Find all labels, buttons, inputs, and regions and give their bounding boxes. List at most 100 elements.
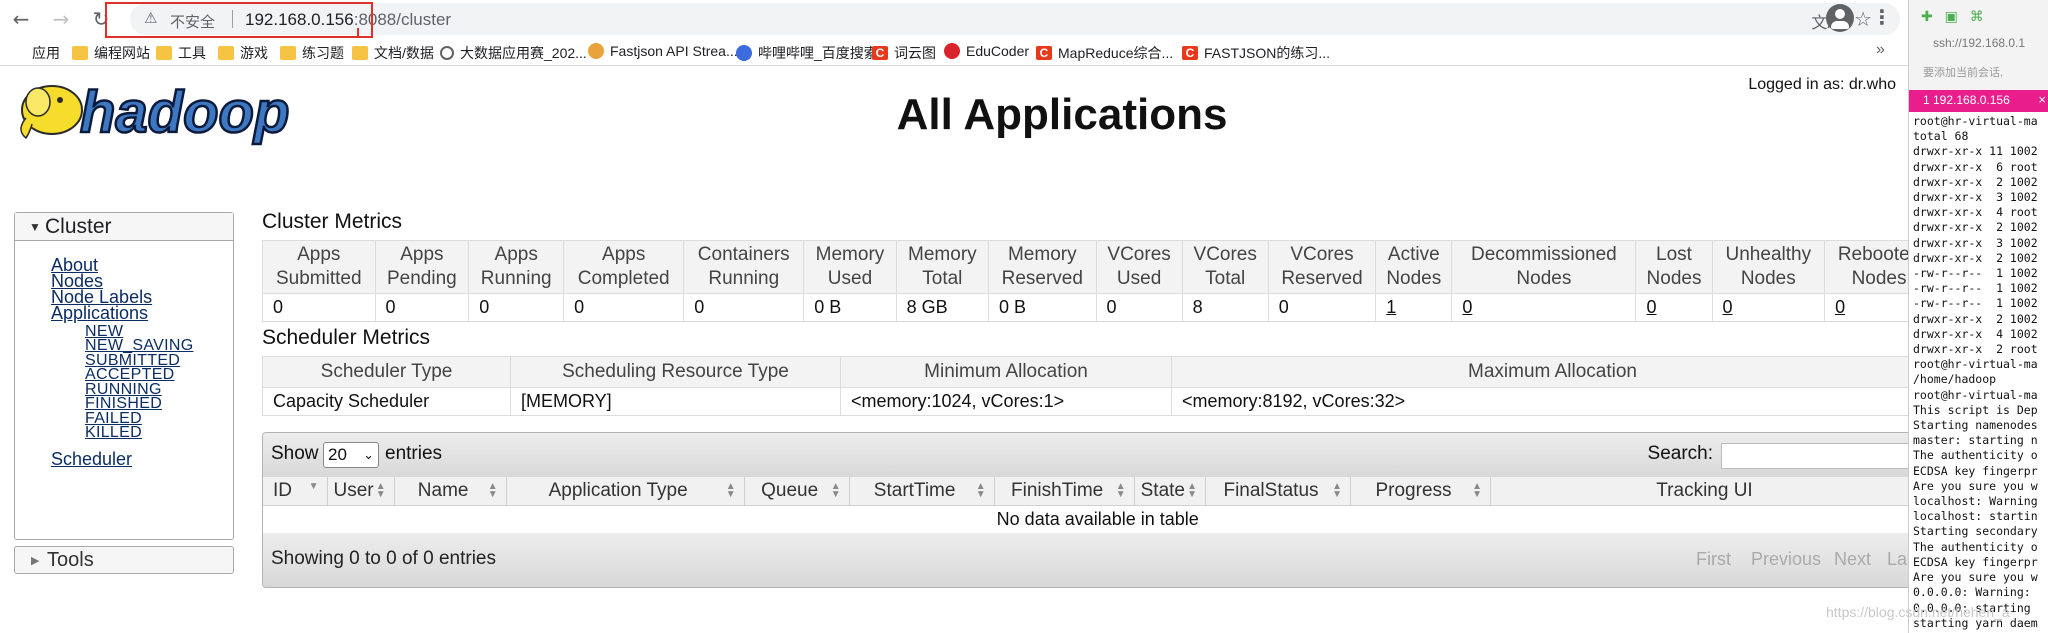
nodes-count-link[interactable]: 0 [1835, 297, 1845, 317]
bookmark-apps[interactable]: 应用 [10, 43, 60, 63]
bookmark-folder[interactable]: 练习题 [280, 43, 344, 63]
cluster-metric-header: Unhealthy Nodes [1711, 240, 1826, 294]
cluster-metric-header: Active Nodes [1375, 240, 1453, 294]
column-header-label: FinalStatus [1223, 479, 1319, 501]
pagination-first-button[interactable]: First [1696, 549, 1731, 570]
column-header-sortable[interactable]: Name ▲ ▼ [394, 477, 507, 506]
column-header-sortable[interactable]: State ▲ ▼ [1134, 477, 1207, 506]
table-info: Showing 0 to 0 of 0 entries [271, 548, 496, 569]
cluster-metrics-header-row: Apps Submitted Apps Pending Apps Running Apps C… [262, 240, 1934, 294]
pagination-next-button[interactable]: Next [1834, 549, 1871, 570]
scheduler-metric-header: Scheduler Type [262, 356, 511, 388]
header-line: Memory [908, 244, 977, 265]
bookmark-label: MapReduce综合... [1058, 45, 1174, 61]
header-line: Apps [297, 244, 341, 265]
bookmark-link[interactable]: 大数据应用赛_202... [440, 43, 587, 63]
search-input[interactable] [1721, 443, 1927, 469]
sort-both-icon: ▲▼ [1115, 481, 1126, 500]
bookmark-folder[interactable]: 文档/数据 [352, 43, 434, 63]
column-header-sortable[interactable]: Progress ▲ ▼ [1350, 477, 1491, 506]
terminal-address[interactable]: ssh://192.168.0.1 [1933, 36, 2025, 50]
column-header-sortable[interactable]: Queue ▲ ▼ [744, 477, 850, 506]
bookmark-link[interactable]: C 词云图 [872, 43, 936, 63]
header-line: Submitted [275, 268, 362, 289]
bookmark-label: Fastjson API Strea... [610, 43, 738, 59]
entries-per-page-select[interactable]: 20 ⌄ [323, 442, 379, 468]
header-line: Apps [494, 244, 538, 265]
watermark: https://blog.csdn.net/hehen_a [1826, 604, 2010, 620]
terminal-output[interactable]: root@hr-virtual-ma total 68 drwxr-xr-x 11 … [1913, 114, 2048, 631]
terminal-line: drwxr-xr-x 4 1002 [1913, 326, 2038, 341]
column-header-sortable[interactable]: Application Type ▲ ▼ [506, 477, 745, 506]
forward-arrow-icon[interactable]: → [48, 6, 74, 32]
column-header-label: Queue [761, 479, 819, 501]
bookmark-folder[interactable]: 工具 [156, 43, 206, 63]
bookmark-folder[interactable]: 游戏 [218, 43, 268, 63]
nodes-count-link[interactable]: 1 [1386, 297, 1396, 317]
profile-avatar-icon[interactable] [1826, 4, 1854, 32]
nav-link-state-killed[interactable]: KILLED [85, 424, 142, 442]
cluster-metric-value: 0 [563, 293, 685, 322]
bookmark-label: 游戏 [240, 45, 268, 61]
collapsed-triangle-icon: ▶ [31, 555, 40, 567]
sort-both-icon: ▲▼ [487, 481, 498, 500]
bookmark-label: EduCoder [966, 43, 1030, 59]
terminal-line: Starting secondary [1913, 524, 2038, 539]
bookmark-link[interactable]: Fastjson API Strea... [588, 43, 738, 59]
header-line: VCores [1290, 244, 1354, 265]
back-arrow-icon[interactable]: ← [8, 6, 34, 32]
apps-grid-icon [10, 46, 26, 60]
column-header-sortable[interactable]: FinishTime ▲ ▼ [994, 477, 1135, 506]
header-line: Memory [815, 244, 885, 265]
bookmark-folder[interactable]: 编程网站 [72, 43, 150, 63]
terminal-line: root@hr-virtual-ma [1913, 114, 2038, 128]
address-bar[interactable]: ⚠ 不安全 192.168.0.156:8088/cluster 文A ☆ [130, 3, 1900, 35]
cluster-menu-header[interactable]: ▼ Cluster [15, 213, 233, 241]
chevron-down-icon: ⌄ [363, 447, 374, 462]
scheduler-metric-value: <memory:8192, vCores:32> [1171, 387, 1934, 416]
bookmark-label: 练习题 [302, 45, 344, 61]
cluster-metric-value: 0 [1711, 293, 1826, 322]
pagination-previous-button[interactable]: Previous [1751, 549, 1821, 570]
close-icon[interactable]: × [2038, 92, 2046, 107]
bookmark-link[interactable]: EduCoder [944, 43, 1029, 59]
terminal-line: drwxr-xr-x 2 1002 [1913, 174, 2038, 189]
sidebar-nav: ▼ Cluster About Nodes Node Labels Applic… [14, 212, 234, 574]
nav-link-applications[interactable]: Applications [51, 303, 148, 324]
terminal-tab-bar: 1 192.168.0.156 × [1909, 90, 2048, 112]
entries-value: 20 [328, 445, 347, 464]
cluster-metric-value: 0 B [803, 293, 897, 322]
scheduler-metrics-title: Scheduler Metrics [262, 326, 431, 349]
cluster-metric-header: VCores Reserved [1267, 240, 1377, 294]
nav-link-scheduler[interactable]: Scheduler [51, 449, 132, 470]
empty-row: No data available in table [263, 505, 1933, 533]
scheduler-metrics-header-row: Scheduler Type Scheduling Resource Type Mi… [262, 356, 1934, 388]
tools-menu[interactable]: ▶ Tools [14, 546, 234, 574]
cluster-metrics-table: Apps Submitted Apps Pending Apps Running Apps C… [262, 240, 1934, 322]
cluster-metric-value: 8 GB [895, 293, 990, 322]
nodes-count-link[interactable]: 0 [1646, 297, 1656, 317]
cluster-metric-header: Apps Submitted [262, 240, 376, 294]
header-line: Memory [1007, 244, 1077, 265]
nodes-count-link[interactable]: 0 [1723, 297, 1733, 317]
column-header-sortable[interactable]: User ▲ ▼ [327, 477, 395, 506]
terminal-line: drwxr-xr-x 6 root [1913, 159, 2038, 174]
column-header-sortable[interactable]: FinalStatus ▲ ▼ [1205, 477, 1351, 506]
nodes-count-link[interactable]: 0 [1462, 297, 1472, 317]
column-header-sortable[interactable]: StartTime ▲ ▼ [849, 477, 995, 506]
terminal-toolbar-icons[interactable]: ✚ ▣ ⌘ [1921, 8, 1988, 25]
sort-both-icon: ▲▼ [1472, 481, 1482, 500]
column-header-label: ID [273, 479, 292, 501]
bookmarks-more-button[interactable]: » [1876, 41, 1885, 59]
scheduler-metric-header: Scheduling Resource Type [510, 356, 841, 388]
bookmark-star-icon[interactable]: ☆ [1854, 7, 1872, 32]
terminal-tab[interactable]: 1 192.168.0.156 [1923, 93, 2010, 107]
browser-menu-icon[interactable]: ⋮ [1872, 5, 1892, 30]
bookmark-link[interactable]: 哔哩哔哩_百度搜索 [736, 43, 878, 63]
column-header-sortable[interactable]: Tracking UI▲▼ [1490, 477, 1933, 506]
column-header-sortable[interactable]: ID ▼ [263, 477, 328, 506]
bookmark-link[interactable]: C FASTJSON的练习... [1182, 43, 1330, 63]
bookmark-link[interactable]: C MapReduce综合... [1036, 43, 1173, 63]
cluster-metric-header: VCores Total [1181, 240, 1269, 294]
bookmark-label: 应用 [32, 45, 60, 61]
